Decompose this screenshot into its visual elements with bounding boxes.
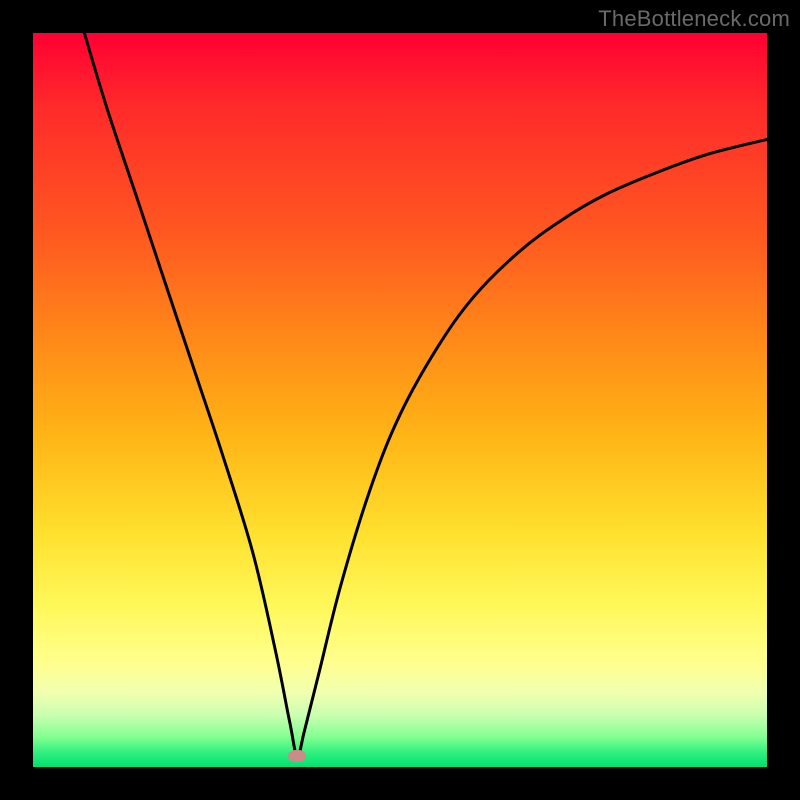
optimal-point-marker bbox=[288, 750, 306, 762]
watermark-text: TheBottleneck.com bbox=[598, 6, 790, 32]
chart-frame: TheBottleneck.com bbox=[0, 0, 800, 800]
plot-area bbox=[33, 33, 767, 767]
bottleneck-curve bbox=[84, 33, 767, 756]
curve-svg bbox=[33, 33, 767, 767]
